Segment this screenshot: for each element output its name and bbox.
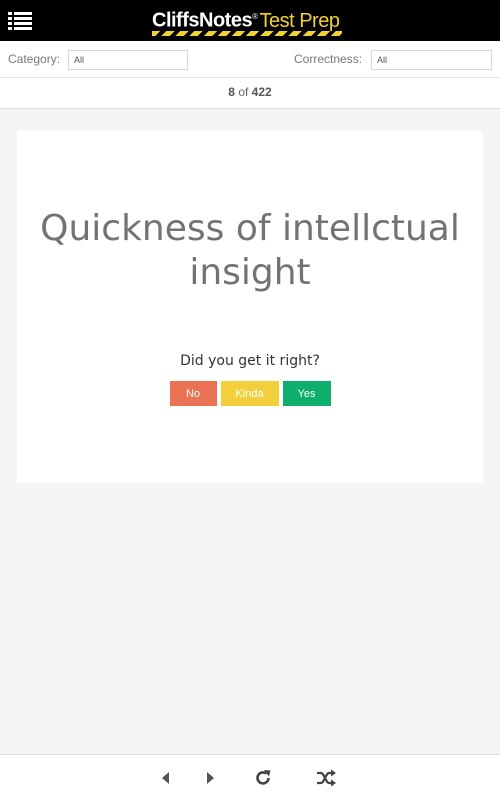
flashcard[interactable]: Quickness of intellctual insight Did you…	[17, 131, 483, 483]
shuffle-button[interactable]	[315, 768, 336, 788]
counter-current: 8	[228, 85, 235, 99]
kinda-button[interactable]: Kinda	[220, 381, 279, 406]
app-logo: CliffsNotes® Test Prep	[152, 4, 348, 38]
menu-button[interactable]	[7, 9, 33, 31]
counter-total: 422	[251, 85, 272, 99]
counter-separator: of	[238, 85, 249, 99]
correctness-label: Correctness:	[294, 52, 363, 66]
refresh-icon	[256, 770, 271, 785]
card-term: Quickness of intellctual insight	[40, 208, 460, 293]
logo-text: CliffsNotes® Test Prep	[152, 4, 340, 34]
hamburger-list-icon	[8, 12, 32, 30]
logo-suffix: Test Prep	[259, 9, 340, 32]
next-button[interactable]	[200, 768, 220, 788]
card-counter: 8 of 422	[0, 78, 500, 109]
category-label: Category:	[8, 52, 61, 66]
bottom-toolbar	[0, 754, 500, 800]
logo-brand: CliffsNotes	[152, 9, 253, 32]
refresh-button[interactable]	[253, 768, 273, 788]
no-button[interactable]: No	[169, 381, 217, 406]
filter-bar: Category: All Correctness: All	[0, 41, 500, 78]
self-assessment-question: Did you get it right?	[180, 353, 320, 369]
logo-registered-mark: ®	[252, 12, 258, 21]
triangle-right-icon	[207, 772, 214, 784]
yes-button[interactable]: Yes	[282, 381, 331, 406]
app-header: CliffsNotes® Test Prep	[0, 0, 500, 41]
answer-buttons: No Kinda Yes	[17, 381, 483, 406]
shuffle-icon	[317, 769, 336, 787]
previous-button[interactable]	[156, 768, 176, 788]
correctness-select[interactable]: All	[371, 50, 492, 70]
category-select[interactable]: All	[68, 50, 188, 70]
logo-stripe	[152, 31, 342, 36]
triangle-left-icon	[162, 772, 169, 784]
